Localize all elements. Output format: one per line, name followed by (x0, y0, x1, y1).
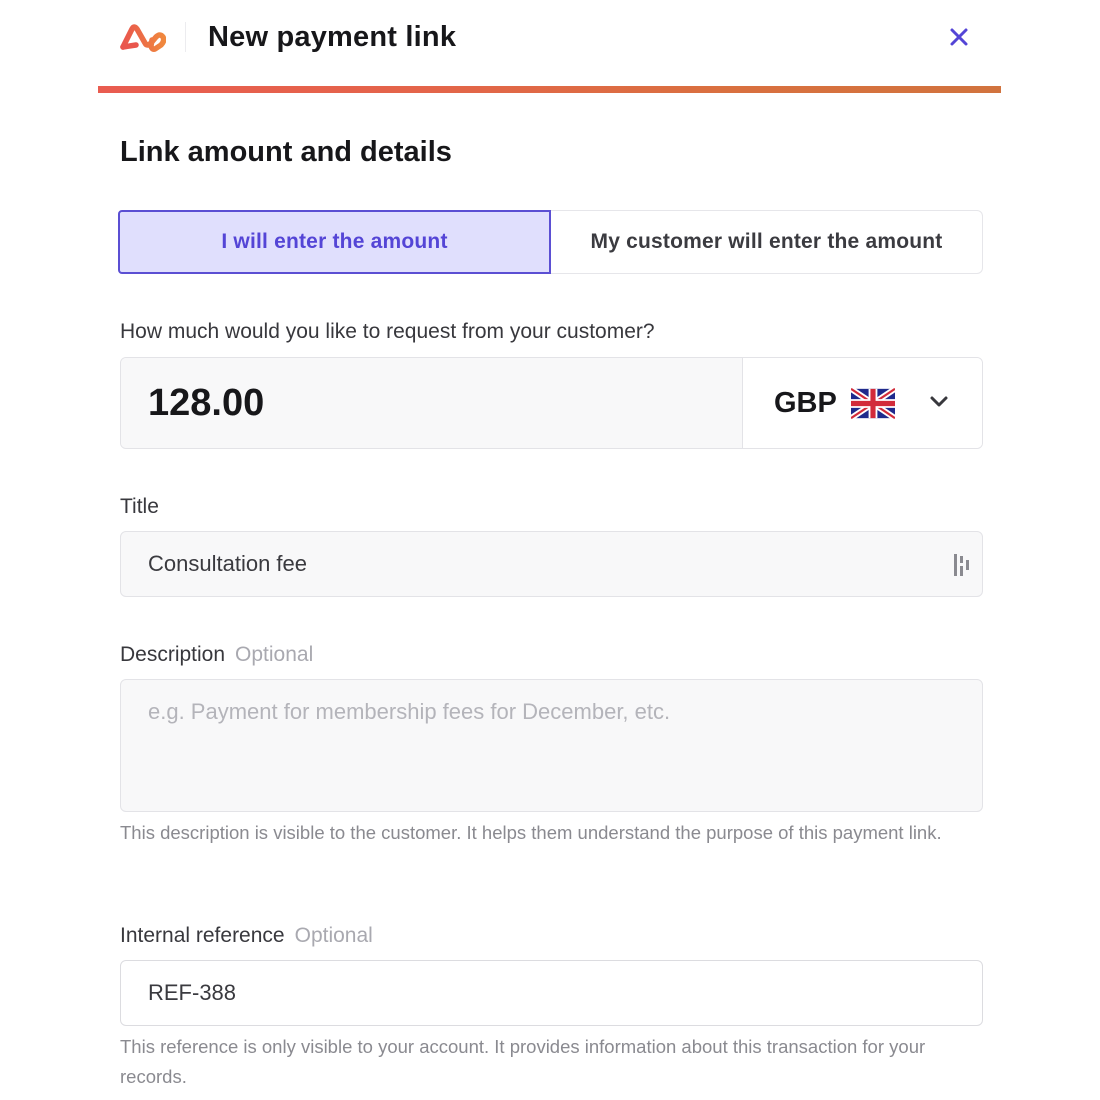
internal-reference-label-text: Internal reference (120, 924, 285, 947)
toggle-customer-enters-amount[interactable]: My customer will enter the amount (551, 210, 983, 274)
description-optional-tag: Optional (235, 643, 314, 666)
chevron-down-icon (930, 396, 948, 407)
modal-header: New payment link (98, 0, 1001, 86)
description-label: Description Optional (120, 641, 313, 669)
amount-input[interactable] (121, 358, 742, 448)
modal-title: New payment link (208, 21, 457, 53)
header-divider (185, 22, 186, 52)
amount-mode-toggle: I will enter the amount My customer will… (118, 210, 983, 274)
title-value: Consultation fee (148, 551, 307, 576)
internal-reference-help-text: This reference is only visible to your a… (120, 1036, 926, 1087)
amount-field-group: GBP (120, 357, 983, 449)
title-input[interactable]: Consultation fee (120, 531, 983, 597)
currency-code: GBP (774, 386, 837, 419)
internal-reference-label: Internal reference Optional (120, 922, 373, 950)
description-textarea[interactable] (120, 679, 983, 812)
progress-bar (98, 86, 1001, 93)
brand-logo-icon (120, 24, 166, 52)
currency-select[interactable]: GBP (742, 358, 982, 448)
close-button[interactable] (944, 22, 974, 52)
amount-label: How much would you like to request from … (120, 320, 655, 343)
toggle-i-enter-amount[interactable]: I will enter the amount (118, 210, 551, 274)
new-payment-link-page: New payment link Link amount and details… (0, 0, 1100, 1100)
internal-reference-input[interactable]: REF-388 (120, 960, 983, 1026)
description-help-text: This description is visible to the custo… (120, 822, 942, 843)
password-manager-icon[interactable] (952, 553, 972, 577)
internal-reference-optional-tag: Optional (294, 924, 373, 947)
close-icon (950, 28, 968, 46)
uk-flag-icon (850, 387, 895, 419)
progress-fill (98, 86, 1001, 93)
title-label: Title (120, 495, 159, 518)
description-label-text: Description (120, 643, 226, 666)
internal-reference-value: REF-388 (148, 980, 237, 1005)
section-title: Link amount and details (120, 136, 452, 168)
